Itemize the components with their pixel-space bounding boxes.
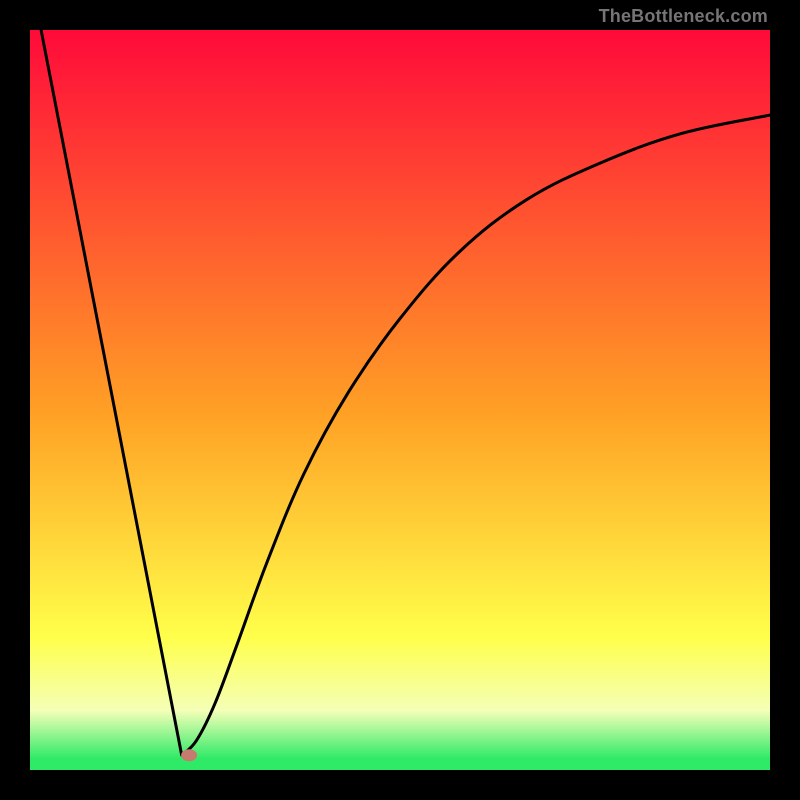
optimum-marker: [181, 749, 197, 761]
plot-area: [30, 30, 770, 770]
chart-svg: [30, 30, 770, 770]
attribution-text: TheBottleneck.com: [599, 6, 768, 27]
chart-frame: TheBottleneck.com: [0, 0, 800, 800]
